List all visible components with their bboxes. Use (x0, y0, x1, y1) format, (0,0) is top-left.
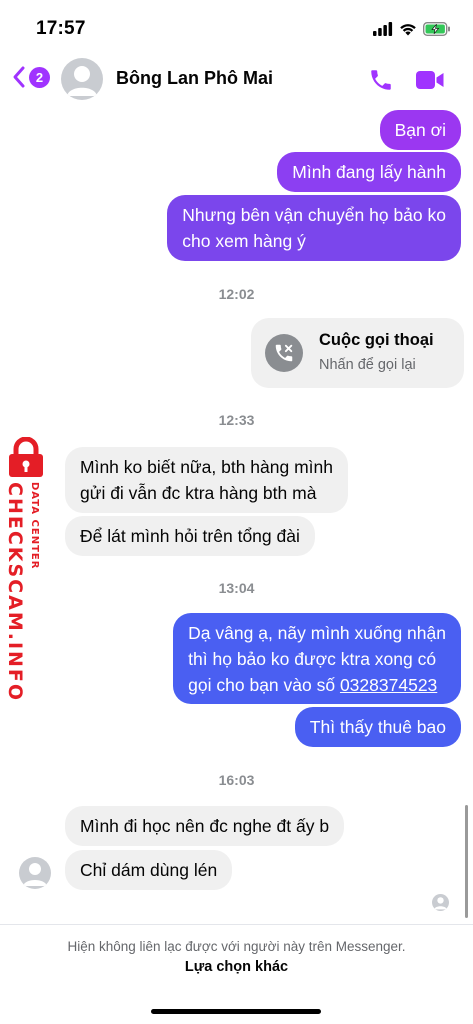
message-bubble-incoming[interactable]: Để lát mình hỏi trên tổng đài (65, 516, 315, 556)
message-bubble-outgoing[interactable]: Thì thấy thuê bao (294, 707, 461, 747)
call-subtitle: Nhấn để gọi lại (319, 357, 416, 373)
message-text: Để lát mình hỏi trên tổng đài (80, 526, 300, 546)
phone-number-link[interactable]: 0328374523 (340, 675, 437, 695)
missed-call-icon-bg (265, 334, 303, 372)
status-time: 17:57 (36, 18, 86, 39)
footer-divider (0, 924, 473, 925)
message-text: Chỉ dám dùng lén (80, 860, 218, 880)
seen-receipt-avatar (432, 894, 449, 911)
watermark-sub: DATA CENTER (29, 482, 40, 570)
default-avatar-icon (67, 66, 97, 96)
message-text: Nhưng bên vận chuyển họ bảo ko (182, 205, 446, 225)
home-indicator[interactable] (151, 1009, 321, 1014)
message-text: thì họ bảo ko được ktra xong có (188, 648, 437, 669)
message-bubble-outgoing[interactable]: Dạ vâng ạ, nãy mình xuống nhận thì họ bả… (173, 613, 461, 704)
message-text: gọi cho bạn vào số (188, 674, 340, 695)
timestamp: 12:02 (218, 286, 255, 302)
timestamp: 16:03 (218, 772, 255, 788)
unread-badge: 2 (29, 66, 50, 88)
voice-call-button[interactable] (368, 67, 394, 98)
scrollbar[interactable] (465, 805, 468, 918)
message-bubble-outgoing[interactable]: Mình đang lấy hành (277, 152, 461, 192)
message-bubble-incoming[interactable]: Chỉ dám dùng lén (65, 850, 233, 890)
sender-avatar[interactable] (19, 857, 51, 889)
other-options-link[interactable]: Lựa chọn khác (0, 959, 473, 975)
back-button[interactable]: 2 (12, 65, 50, 89)
watermark-main: CHECKSCAM.INFO (4, 482, 26, 703)
wifi-icon (400, 24, 416, 36)
message-text: Mình ko biết nữa, bth hàng mình (80, 457, 333, 477)
message-text: Thì thấy thuê bao (309, 717, 446, 737)
chat-header: 2 Bông Lan Phô Mai (0, 50, 473, 110)
missed-call-card[interactable]: Cuộc gọi thoại Nhấn để gọi lại (251, 318, 464, 388)
status-bar: 17:57 (0, 0, 473, 50)
contact-name[interactable]: Bông Lan Phô Mai (116, 68, 273, 89)
checkscam-watermark: CHECKSCAM.INFO DATA CENTER (0, 432, 50, 702)
message-bubble-outgoing[interactable]: Nhưng bên vận chuyển họ bảo ko cho xem h… (167, 195, 461, 261)
battery-charging-icon (423, 22, 450, 36)
message-bubble-incoming[interactable]: Mình ko biết nữa, bth hàng mình gửi đi v… (65, 447, 348, 513)
call-title: Cuộc gọi thoại (319, 331, 434, 349)
message-bubble-incoming[interactable]: Mình đi học nên đc nghe đt ấy b (65, 806, 345, 846)
phone-icon (371, 70, 391, 90)
message-bubble-outgoing[interactable]: Bạn ơi (379, 110, 461, 150)
contact-avatar[interactable] (61, 58, 103, 100)
message-text: Bạn ơi (394, 120, 446, 140)
unavailable-notice: Hiện không liên lạc được với người này t… (67, 939, 406, 954)
message-text-line: gọi cho bạn vào số 0328374523 (188, 672, 446, 698)
lock-icon (9, 437, 43, 477)
status-icons (373, 18, 451, 40)
timestamp: 12:33 (218, 412, 255, 428)
message-text: Mình đang lấy hành (292, 162, 446, 182)
message-text: Mình đi học nên đc nghe đt ấy b (80, 816, 330, 836)
video-call-button[interactable] (415, 68, 445, 97)
message-text: Dạ vâng ạ, nãy mình xuống nhận (188, 622, 446, 643)
message-text: gửi đi vẫn đc ktra hàng bth mà (80, 483, 317, 503)
missed-call-icon (275, 344, 293, 362)
message-text: cho xem hàng ý (182, 231, 306, 251)
default-avatar-icon (23, 863, 47, 886)
signal-icon (373, 22, 393, 36)
default-avatar-icon (434, 897, 447, 910)
chevron-left-icon (13, 66, 25, 88)
video-camera-icon (416, 71, 444, 89)
timestamp: 13:04 (218, 580, 255, 596)
